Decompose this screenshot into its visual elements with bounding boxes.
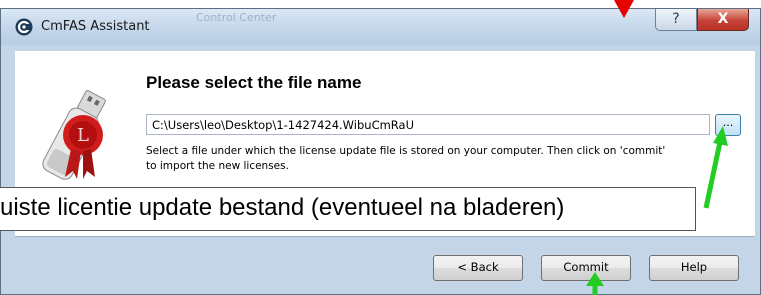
annotation-arrows — [586, 126, 728, 295]
green-arrow-commit-icon — [586, 272, 604, 295]
green-arrow-browse-icon — [703, 126, 728, 209]
